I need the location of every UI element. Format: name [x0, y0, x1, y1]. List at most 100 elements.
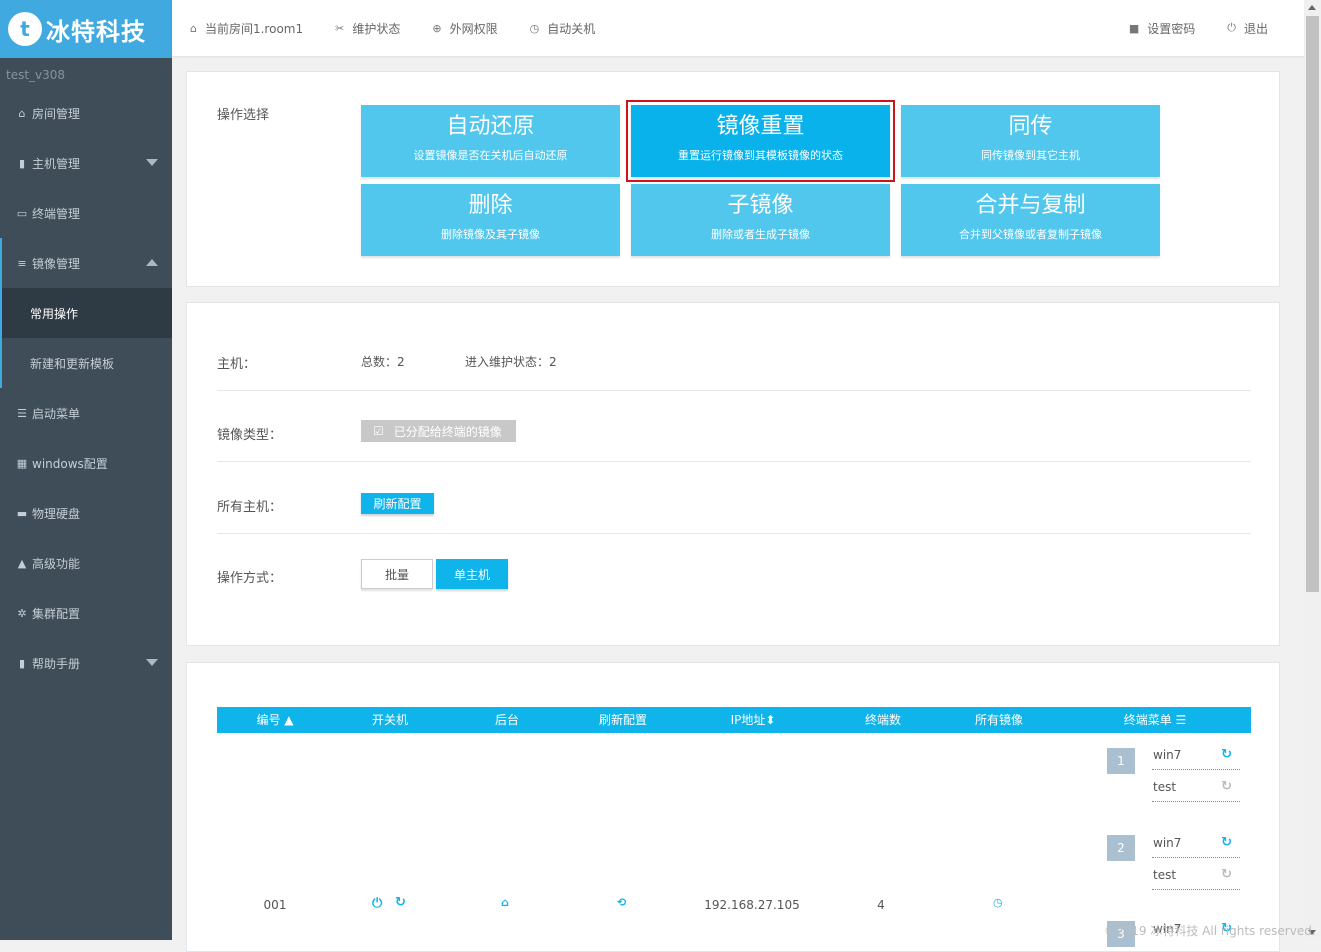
- sidebar: t 冰特科技 test_v308 ⌂ 房间管理 ▮ 主机管理 ▭ 终端管理 ≡ …: [0, 0, 172, 940]
- power-icon[interactable]: ⏻: [372, 896, 382, 911]
- op-title: 镜像重置: [716, 114, 805, 139]
- topbar-password[interactable]: ■ 设置密码: [1129, 20, 1195, 37]
- sidebar-item-label: 物理硬盘: [32, 506, 81, 521]
- op-sync-button[interactable]: 同传 同传镜像到其它主机: [901, 105, 1160, 177]
- th-ip[interactable]: IP地址⬍: [717, 707, 789, 733]
- divider: [217, 390, 1251, 391]
- op-desc: 合并到父镜像或者复制子镜像: [959, 228, 1102, 241]
- menu-entry-label: test: [1153, 780, 1177, 794]
- op-delete-button[interactable]: 删除 删除镜像及其子镜像: [361, 184, 620, 256]
- book-icon: ▮: [18, 656, 26, 670]
- list-icon: ☰: [1175, 713, 1187, 727]
- version-label: test_v308: [6, 68, 66, 82]
- host-label: 主机：: [217, 357, 257, 372]
- topbar-network-label: 外网权限: [449, 21, 498, 36]
- topbar-room-label: 当前房间1.room1: [204, 21, 304, 36]
- menu-entry[interactable]: win7 ↻: [1152, 827, 1240, 858]
- th-power: 开关机: [371, 713, 408, 727]
- topbar-maintenance[interactable]: ✂ 维护状态: [335, 20, 400, 37]
- op-auto-restore-button[interactable]: 自动还原 设置镜像是否在关机后自动还原: [361, 105, 620, 177]
- image-type-label: 镜像类型：: [217, 428, 283, 443]
- op-desc: 同传镜像到其它主机: [981, 149, 1080, 162]
- th-id[interactable]: 编号 ▲: [247, 707, 303, 733]
- menu-number: 1: [1107, 748, 1135, 774]
- refresh-config-button[interactable]: 刷新配置: [361, 493, 434, 514]
- home-icon[interactable]: ⌂: [501, 896, 509, 909]
- op-title: 合并与复制: [975, 193, 1086, 218]
- topbar-room[interactable]: ⌂ 当前房间1.room1: [190, 20, 303, 37]
- mode-single-button[interactable]: 单主机: [436, 559, 508, 589]
- sidebar-item-label: 集群配置: [32, 606, 81, 621]
- logo-text: 冰特科技: [46, 17, 146, 46]
- checkbox-icon: ☑: [373, 424, 384, 438]
- sidebar-item-help[interactable]: ▮ 帮助手册: [0, 638, 172, 688]
- menu-entry-label: win7: [1153, 748, 1182, 762]
- home-icon: ⌂: [18, 106, 26, 120]
- topbar: ⌂ 当前房间1.room1 ✂ 维护状态 ⊕ 外网权限 ◷ 自动关机 ■ 设置密…: [172, 0, 1304, 56]
- home-icon: ⌂: [190, 21, 197, 35]
- sidebar-item-label: 高级功能: [32, 556, 81, 571]
- row-terminals: 4: [877, 898, 885, 912]
- footer: ©2019 冰特科技 All rights reserved.: [1104, 924, 1316, 938]
- operations-label: 操作选择: [217, 108, 270, 123]
- sidebar-subitem-template[interactable]: 新建和更新模板: [0, 338, 172, 388]
- sidebar-item-boot-menu[interactable]: ☰ 启动菜单: [0, 388, 172, 438]
- op-desc: 重置运行镜像到其模板镜像的状态: [678, 149, 843, 162]
- refresh-icon[interactable]: ↻: [1221, 779, 1232, 794]
- sidebar-item-room[interactable]: ⌂ 房间管理: [0, 88, 172, 138]
- image-type-option[interactable]: ☑ 已分配给终端的镜像: [361, 420, 516, 442]
- list-icon: ☰: [17, 406, 27, 420]
- wrench-icon: ✂: [335, 21, 345, 35]
- hosts-table-panel: 编号 ▲ 开关机 后台 刷新配置 IP地址⬍ 终端数 所有镜像 终端菜单 ☰ 1…: [186, 662, 1280, 952]
- restart-icon[interactable]: ↻: [395, 895, 406, 910]
- sidebar-subitem-common-ops[interactable]: 常用操作: [0, 288, 172, 338]
- sidebar-item-cluster[interactable]: ✲ 集群配置: [0, 588, 172, 638]
- op-child-image-button[interactable]: 子镜像 删除或者生成子镜像: [631, 184, 890, 256]
- op-desc: 删除或者生成子镜像: [711, 228, 810, 241]
- op-merge-copy-button[interactable]: 合并与复制 合并到父镜像或者复制子镜像: [901, 184, 1160, 256]
- power-icon: ⏻: [1227, 21, 1236, 34]
- sidebar-item-label: 主机管理: [32, 156, 81, 171]
- sidebar-item-image[interactable]: ≡ 镜像管理: [0, 238, 172, 288]
- gear-icon: ✲: [17, 606, 27, 620]
- divider: [217, 533, 1251, 534]
- sidebar-item-windows[interactable]: ▦ windows配置: [0, 438, 172, 488]
- op-image-reset-button[interactable]: 镜像重置 重置运行镜像到其模板镜像的状态: [626, 100, 895, 182]
- chevron-down-icon: [146, 159, 158, 166]
- page-scrollbar[interactable]: [1304, 0, 1321, 940]
- hosts-panel: 主机： 总数：2 进入维护状态：2 镜像类型： ☑ 已分配给终端的镜像 所有主机…: [186, 302, 1280, 646]
- mode-batch-button[interactable]: 批量: [361, 559, 433, 589]
- logo-icon: t: [8, 12, 42, 46]
- topbar-password-label: 设置密码: [1147, 21, 1196, 36]
- sidebar-item-label: 终端管理: [32, 206, 81, 221]
- topbar-network[interactable]: ⊕ 外网权限: [432, 20, 497, 37]
- sidebar-item-host[interactable]: ▮ 主机管理: [0, 138, 172, 188]
- all-hosts-label: 所有主机：: [217, 500, 283, 515]
- row-ip: 192.168.27.105: [704, 898, 800, 912]
- scrollbar-thumb[interactable]: [1306, 16, 1319, 592]
- th-backend: 后台: [494, 713, 519, 727]
- refresh-icon[interactable]: ↻: [1221, 867, 1232, 882]
- refresh-icon[interactable]: ↻: [1221, 747, 1232, 762]
- sidebar-item-terminal[interactable]: ▭ 终端管理: [0, 188, 172, 238]
- topbar-autoshutdown[interactable]: ◷ 自动关机: [530, 20, 596, 37]
- sidebar-item-advanced[interactable]: ▲ 高级功能: [0, 538, 172, 588]
- menu-entry[interactable]: test ↻: [1152, 771, 1240, 802]
- th-terminals: 终端数: [864, 713, 901, 727]
- sidebar-item-label: 房间管理: [32, 106, 81, 121]
- scroll-up-icon[interactable]: [1308, 5, 1316, 10]
- host-total: 总数：2: [361, 355, 405, 369]
- th-terminal-menu: 终端菜单 ☰: [1123, 713, 1187, 727]
- menu-entry[interactable]: win7 ↻: [1152, 739, 1240, 770]
- sync-icon[interactable]: ⟲: [617, 896, 626, 909]
- topbar-autoshutdown-label: 自动关机: [547, 21, 596, 36]
- refresh-icon[interactable]: ↻: [1221, 835, 1232, 850]
- history-icon[interactable]: ◷: [993, 896, 1003, 909]
- sidebar-item-disk[interactable]: ▬ 物理硬盘: [0, 488, 172, 538]
- table-header: 编号 ▲ 开关机 后台 刷新配置 IP地址⬍ 终端数 所有镜像 终端菜单 ☰: [217, 707, 1251, 733]
- chevron-up-icon: [146, 259, 158, 266]
- topbar-logout[interactable]: ⏻ 退出: [1227, 20, 1268, 37]
- logo[interactable]: t 冰特科技: [0, 0, 172, 58]
- menu-entry[interactable]: test ↻: [1152, 859, 1240, 890]
- warning-icon: ▲: [17, 556, 27, 570]
